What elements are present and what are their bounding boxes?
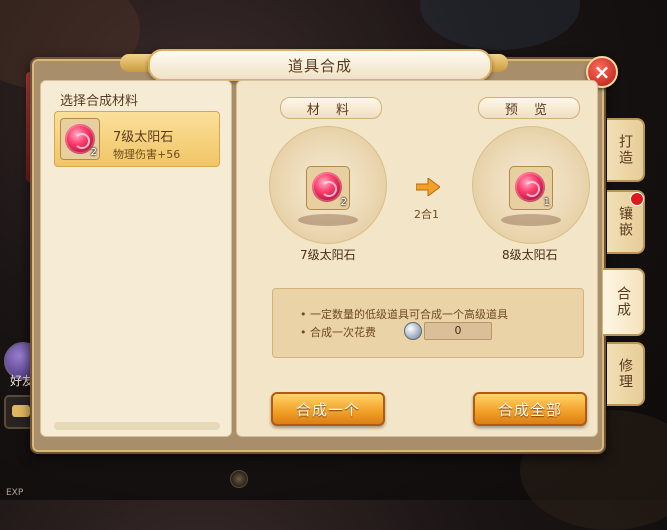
material-count: 2 (340, 197, 347, 208)
slot-shadow (501, 214, 561, 226)
material-name: 7级太阳石 (300, 248, 356, 262)
synthesize-all-button[interactable]: 合成全部 (473, 392, 587, 426)
synthesize-one-button[interactable]: 合成一个 (271, 392, 385, 426)
synthesis-ratio: 2合1 (414, 208, 439, 221)
item-stat: 物理伤害+56 (113, 148, 181, 161)
preview-count: 1 (543, 197, 550, 208)
material-slot[interactable]: 2 (306, 166, 350, 210)
exp-label: EXP (6, 488, 24, 498)
cost-value: 0 (424, 322, 492, 340)
item-count: 2 (90, 147, 97, 158)
tab-repair[interactable]: 修理 (607, 342, 645, 406)
info-line-cost: • 合成一次花费 (300, 326, 376, 339)
preview-section-label: 预 览 (478, 97, 580, 119)
sun-stone-icon (515, 172, 545, 202)
preview-name: 8级太阳石 (502, 248, 558, 262)
sun-stone-icon (312, 172, 342, 202)
silver-coin-icon (404, 322, 422, 340)
tab-forge[interactable]: 打造 (607, 118, 645, 182)
alert-dot-icon (630, 192, 644, 206)
preview-slot[interactable]: 1 (509, 166, 553, 210)
tab-synthesize[interactable]: 合成 (603, 268, 645, 336)
settings-gear-icon[interactable] (230, 470, 248, 488)
arrow-right-icon (416, 178, 440, 196)
material-list-header: 选择合成材料 (60, 94, 139, 109)
material-section-label: 材 料 (280, 97, 382, 119)
background-decoration (420, 0, 580, 50)
info-line-rule: • 一定数量的低级道具可合成一个高级道具 (300, 308, 508, 321)
slot-shadow (298, 214, 358, 226)
list-scrollbar[interactable] (54, 422, 220, 430)
item-name: 7级太阳石 (113, 130, 174, 145)
sun-stone-icon: 2 (60, 118, 100, 160)
list-item-sun-stone[interactable]: 2 7级太阳石 物理伤害+56 (54, 111, 220, 167)
window-title: 道具合成 (148, 49, 492, 81)
